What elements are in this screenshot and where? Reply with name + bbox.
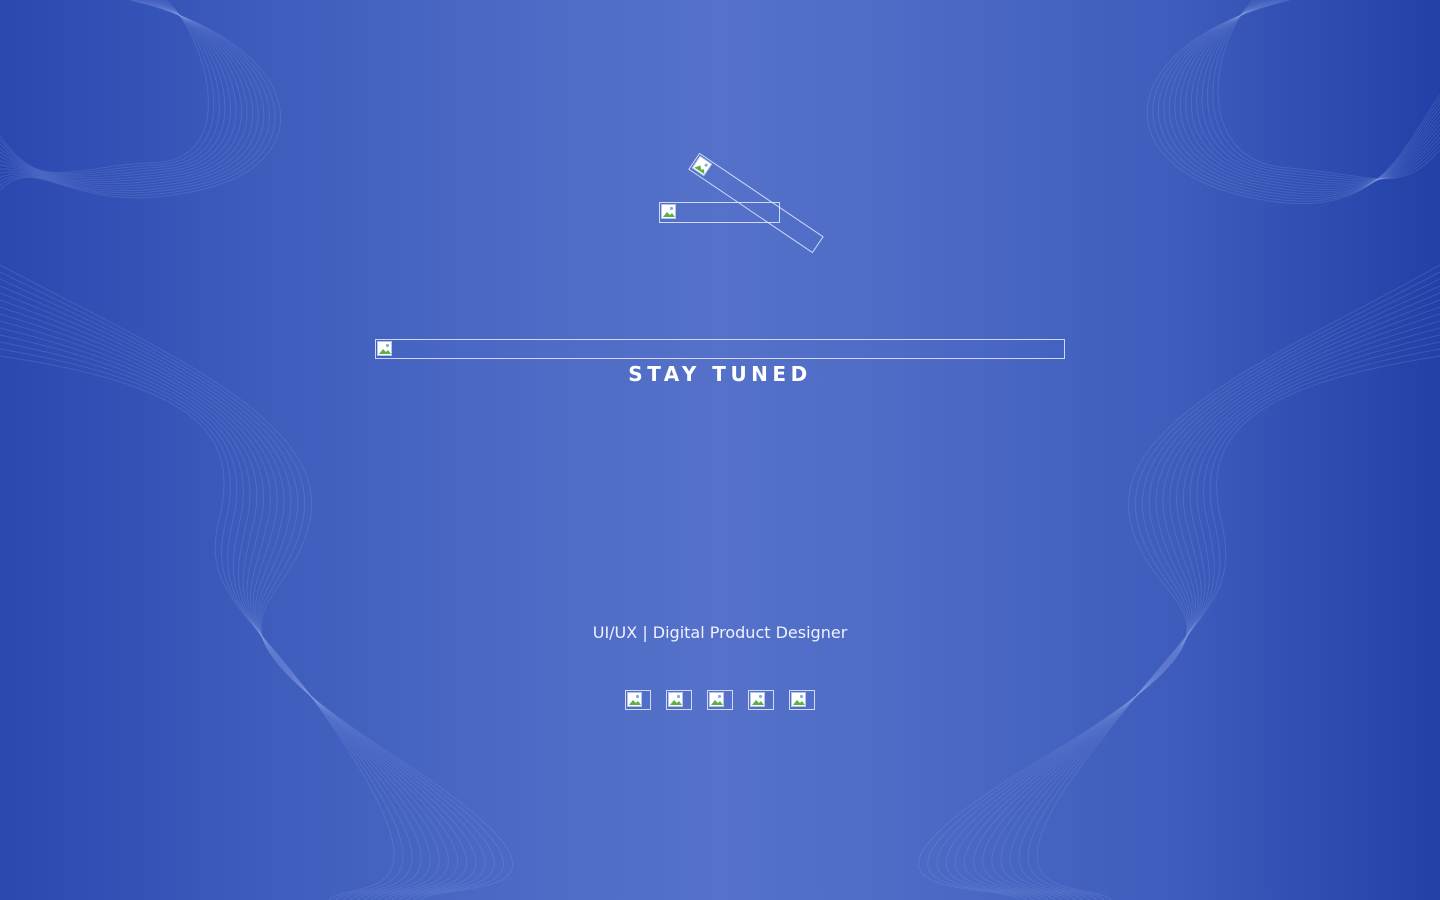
broken-image-icon — [377, 341, 392, 356]
social-link-2[interactable] — [666, 690, 692, 710]
broken-image-icon — [709, 692, 724, 707]
broken-image-icon — [791, 692, 806, 707]
social-link-4[interactable] — [748, 690, 774, 710]
wordmark-image — [375, 339, 1065, 359]
social-link-1[interactable] — [625, 690, 651, 710]
logo-stroke-image — [659, 202, 780, 223]
social-link-3[interactable] — [707, 690, 733, 710]
broken-image-icon — [627, 692, 642, 707]
tagline: UI/UX | Digital Product Designer — [592, 623, 848, 642]
social-links — [625, 690, 825, 710]
social-link-5[interactable] — [789, 690, 815, 710]
broken-image-icon — [668, 692, 683, 707]
background-wave-pattern — [0, 0, 1440, 900]
broken-image-icon — [691, 155, 713, 177]
broken-image-icon — [750, 692, 765, 707]
headline: STAY TUNED — [628, 362, 812, 386]
broken-image-icon — [661, 204, 676, 219]
